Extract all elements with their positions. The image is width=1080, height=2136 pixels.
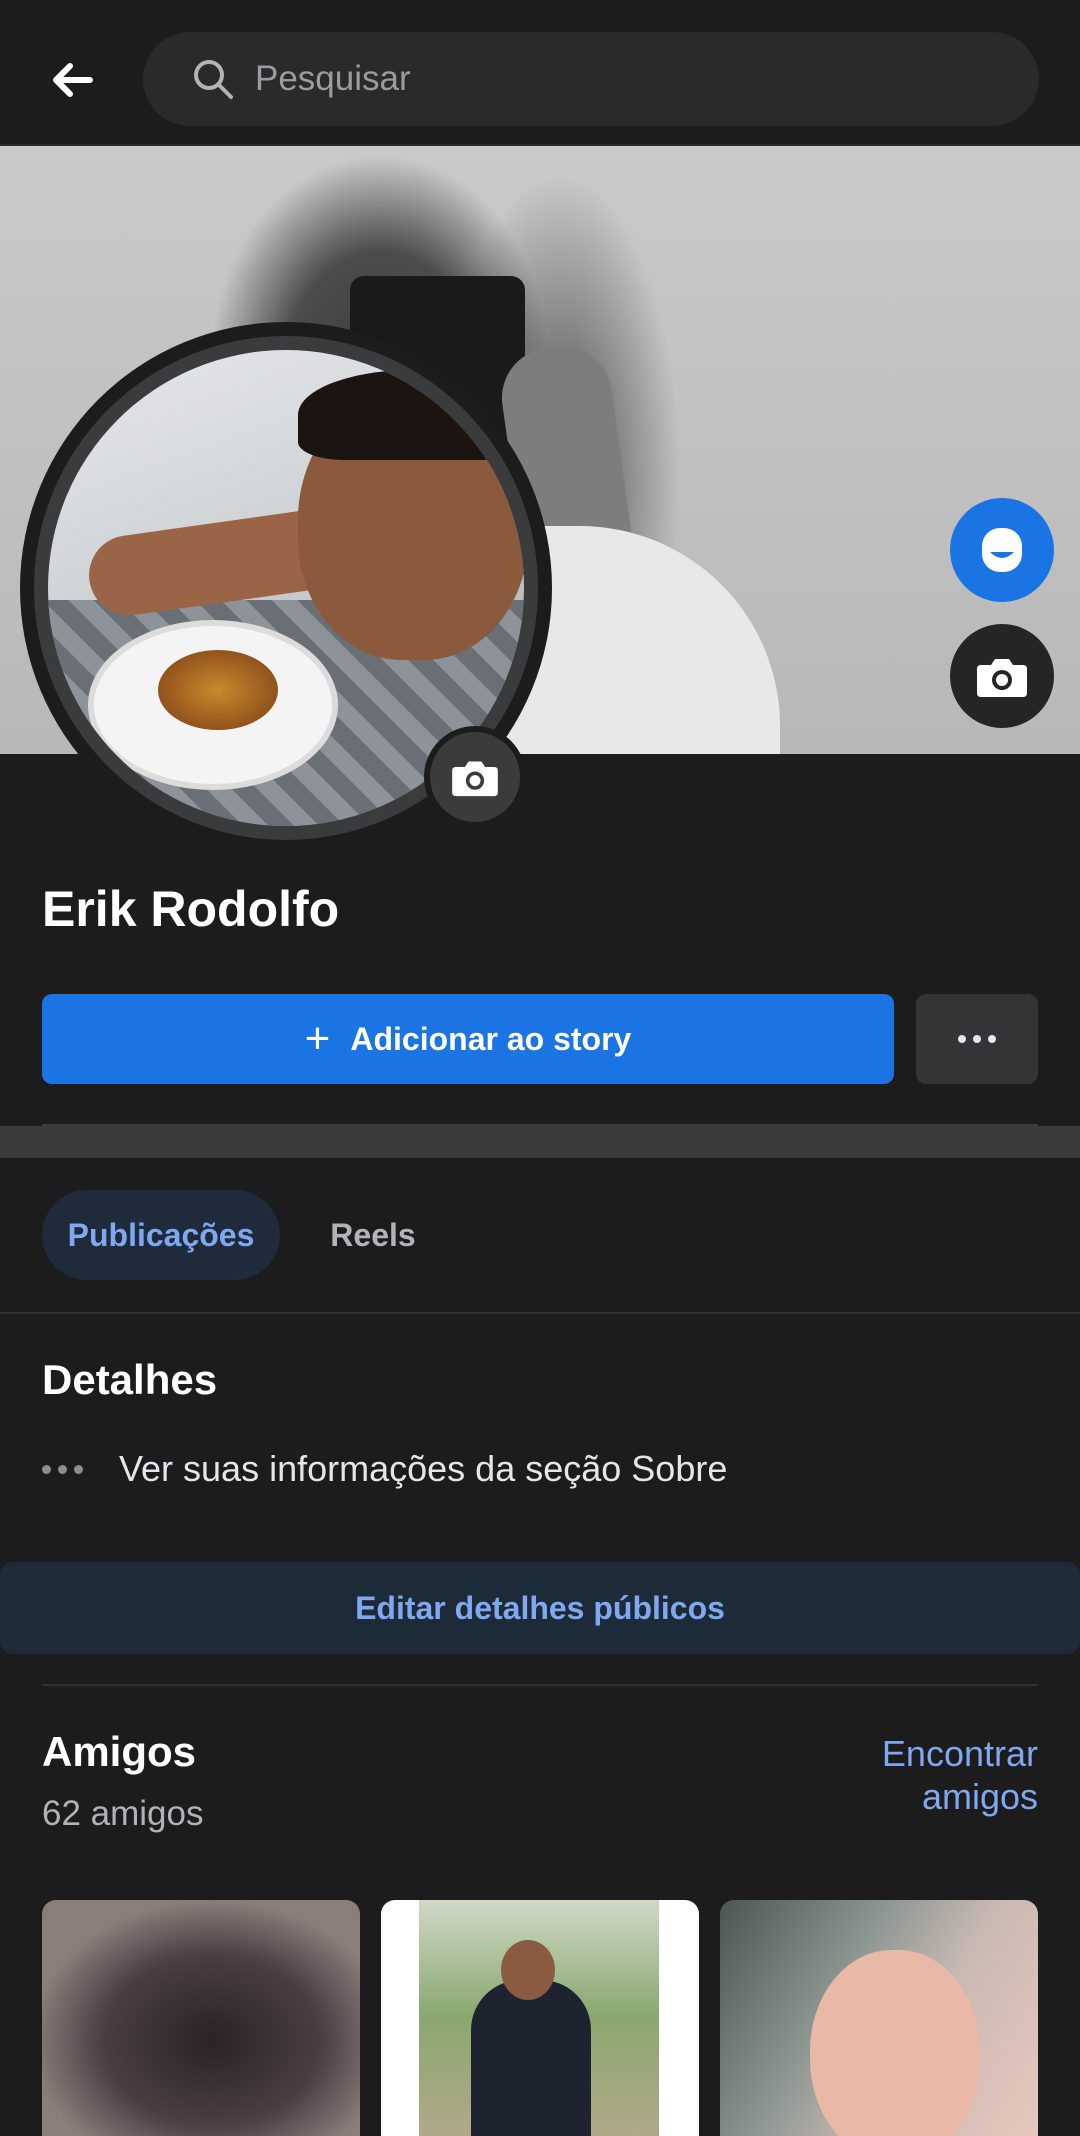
friend-card[interactable]	[381, 1900, 699, 2136]
photo-hair	[298, 370, 524, 460]
divider	[42, 1684, 1038, 1686]
top-bar	[0, 0, 1080, 146]
edit-profile-picture-button[interactable]	[424, 726, 526, 828]
friend-photo-head	[501, 1940, 555, 2000]
more-dots-icon	[958, 1035, 996, 1043]
friends-count: 62 amigos	[42, 1794, 204, 1833]
friend-photo-face	[810, 1950, 980, 2136]
back-arrow-icon	[53, 63, 93, 97]
plus-icon: +	[304, 1014, 331, 1063]
tab-publicacoes[interactable]: Publicações	[42, 1190, 280, 1280]
tab-reels[interactable]: Reels	[300, 1190, 446, 1280]
about-link-text: Ver suas informações da seção Sobre	[119, 1448, 728, 1489]
profile-name: Erik Rodolfo	[42, 881, 340, 937]
section-separator	[0, 1126, 1080, 1158]
friend-card[interactable]	[720, 1900, 1038, 2136]
avatar-button[interactable]	[950, 498, 1054, 602]
edit-cover-button[interactable]	[950, 624, 1054, 728]
search-icon	[194, 60, 233, 99]
camera-icon	[977, 659, 1027, 697]
search-input[interactable]	[255, 59, 955, 99]
search-bar[interactable]	[143, 32, 1039, 126]
friend-card[interactable]	[42, 1900, 360, 2136]
add-to-story-label: Adicionar ao story	[350, 1020, 632, 1057]
camera-icon	[452, 761, 498, 797]
friend-photo-person	[471, 1980, 591, 2136]
edit-public-details-button[interactable]: Editar detalhes públicos	[0, 1562, 1080, 1654]
add-to-story-button[interactable]: + Adicionar ao story	[42, 994, 894, 1084]
more-dots-icon	[42, 1464, 83, 1474]
details-heading: Detalhes	[42, 1356, 218, 1403]
about-link-row[interactable]: Ver suas informações da seção Sobre	[42, 1448, 727, 1490]
more-options-button[interactable]	[916, 994, 1038, 1084]
find-friends-link[interactable]: Encontrar amigos	[778, 1732, 1038, 1818]
photo-food	[158, 650, 278, 730]
back-button[interactable]	[40, 50, 104, 110]
divider	[0, 1312, 1080, 1314]
friends-heading: Amigos	[42, 1728, 197, 1775]
avatar-icon	[982, 528, 1022, 572]
